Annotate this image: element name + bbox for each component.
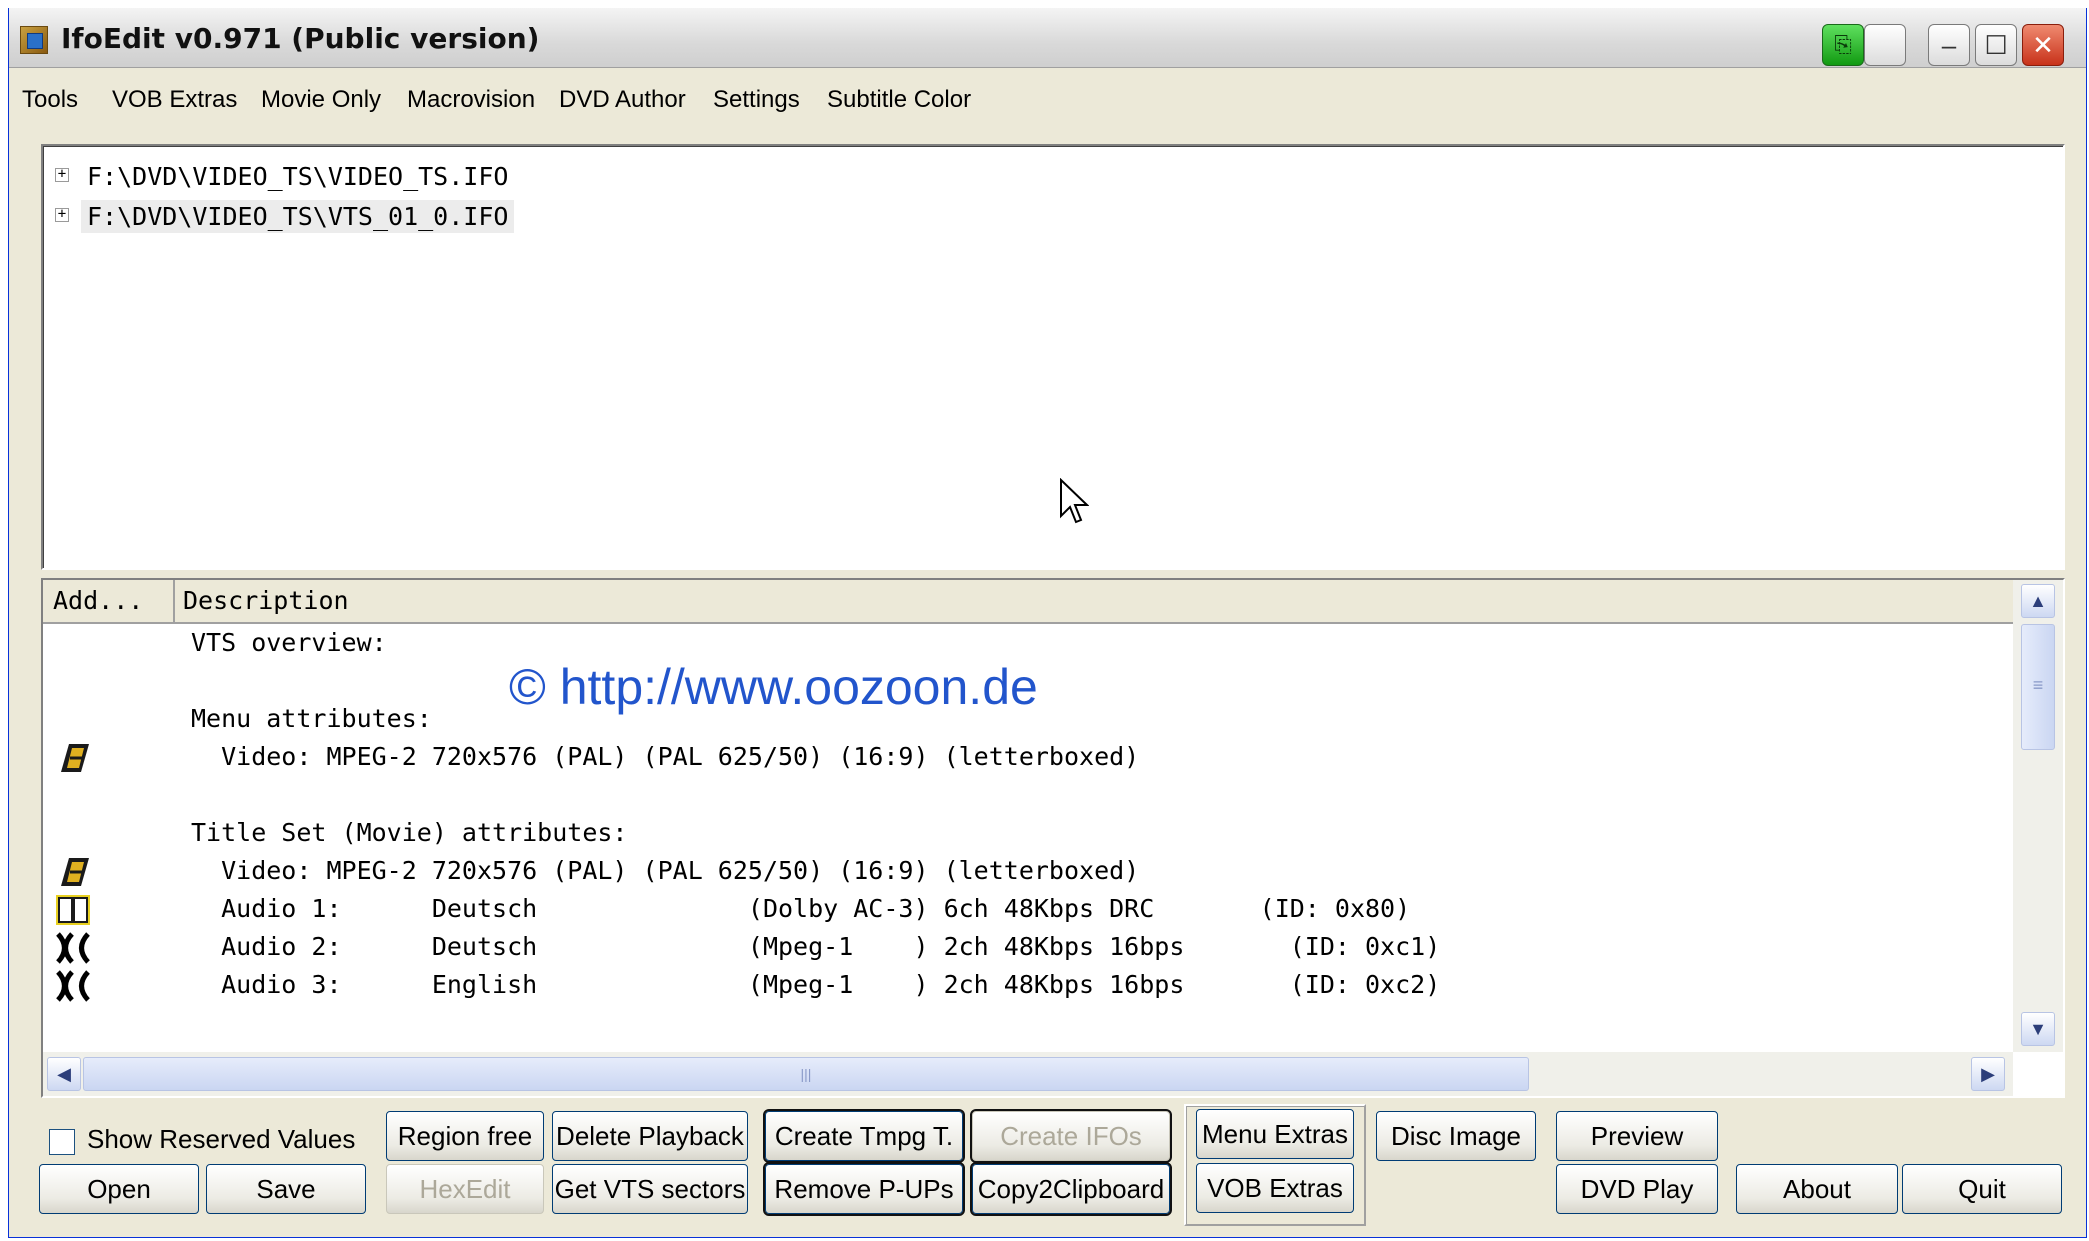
- row-text: Audio 3: English (Mpeg-1 ) 2ch 48Kbps 16…: [191, 970, 1441, 999]
- dvd-play-button[interactable]: DVD Play: [1556, 1164, 1718, 1214]
- tray-button[interactable]: [1864, 24, 1906, 66]
- column-header-add[interactable]: Add...: [43, 580, 175, 622]
- list-row[interactable]: VTS overview:: [43, 628, 2013, 662]
- tree-item-label[interactable]: F:\DVD\VIDEO_TS\VIDEO_TS.IFO: [81, 160, 514, 193]
- menu-dvd-author[interactable]: DVD Author: [559, 86, 686, 114]
- close-button[interactable]: ✕: [2022, 24, 2064, 66]
- copy2clipboard-button[interactable]: Copy2Clipboard: [970, 1162, 1172, 1216]
- quit-button[interactable]: Quit: [1902, 1164, 2062, 1214]
- maximize-button[interactable]: ☐: [1975, 24, 2017, 66]
- show-reserved-checkbox[interactable]: [49, 1129, 75, 1155]
- video-icon: [61, 744, 89, 772]
- scroll-up-button[interactable]: ▲: [2021, 584, 2055, 618]
- row-text: VTS overview:: [191, 628, 387, 657]
- show-reserved-label[interactable]: Show Reserved Values: [87, 1124, 355, 1155]
- watermark: © http://www.oozoon.de: [509, 659, 1038, 715]
- list-header: Add... Description: [43, 580, 2013, 624]
- menu-bar: Tools VOB Extras Movie Only Macrovision …: [9, 76, 2086, 114]
- row-text: Audio 1: Deutsch (Dolby AC-3) 6ch 48Kbps…: [191, 894, 1411, 923]
- row-text: Menu attributes:: [191, 704, 432, 733]
- menu-tools[interactable]: Tools: [22, 86, 78, 114]
- dolby-icon: [56, 895, 90, 925]
- file-tree[interactable]: + F:\DVD\VIDEO_TS\VIDEO_TS.IFO + F:\DVD\…: [41, 144, 2065, 570]
- list-row[interactable]: Audio 3: English (Mpeg-1 ) 2ch 48Kbps 16…: [43, 970, 2013, 1004]
- app-icon[interactable]: [20, 26, 48, 54]
- scroll-left-button[interactable]: ◀: [47, 1057, 81, 1091]
- region-free-button[interactable]: Region free: [386, 1111, 544, 1161]
- menu-subtitle-color[interactable]: Subtitle Color: [827, 86, 971, 114]
- menu-settings[interactable]: Settings: [713, 86, 800, 114]
- expand-icon[interactable]: +: [55, 207, 69, 222]
- list-row[interactable]: Video: MPEG-2 720x576 (PAL) (PAL 625/50)…: [43, 856, 2013, 890]
- mpeg-audio-icon: [56, 970, 90, 1002]
- mpeg-audio-icon: [56, 932, 90, 964]
- save-button[interactable]: Save: [206, 1164, 366, 1214]
- create-ifos-button: Create IFOs: [970, 1109, 1172, 1163]
- open-button[interactable]: Open: [39, 1164, 199, 1214]
- create-tmpg-button[interactable]: Create Tmpg T.: [763, 1109, 965, 1163]
- delete-playback-button[interactable]: Delete Playback: [552, 1111, 748, 1161]
- minimize-button[interactable]: –: [1928, 24, 1970, 66]
- horizontal-scroll-thumb[interactable]: |||: [83, 1057, 1529, 1091]
- list-row[interactable]: Audio 1: Deutsch (Dolby AC-3) 6ch 48Kbps…: [43, 894, 2013, 928]
- video-icon: [61, 858, 89, 886]
- app-window: IfoEdit v0.971 (Public version) ⎘ – ☐ ✕ …: [8, 8, 2087, 1238]
- hexedit-button: HexEdit: [386, 1164, 544, 1214]
- horizontal-scrollbar[interactable]: ◀ ||| ▶: [43, 1052, 2013, 1096]
- title-bar[interactable]: IfoEdit v0.971 (Public version) ⎘ – ☐ ✕: [9, 8, 2086, 68]
- menu-movie-only[interactable]: Movie Only: [261, 86, 381, 114]
- scroll-down-button[interactable]: ▼: [2021, 1012, 2055, 1046]
- printer-icon[interactable]: ⎘: [1822, 24, 1864, 66]
- list-row[interactable]: [43, 780, 2013, 814]
- row-text: Video: MPEG-2 720x576 (PAL) (PAL 625/50)…: [191, 856, 1140, 885]
- get-vts-sectors-button[interactable]: Get VTS sectors: [552, 1164, 748, 1214]
- vob-extras-button[interactable]: VOB Extras: [1196, 1163, 1354, 1213]
- list-row[interactable]: Video: MPEG-2 720x576 (PAL) (PAL 625/50)…: [43, 742, 2013, 776]
- menu-vob-extras[interactable]: VOB Extras: [112, 86, 237, 114]
- about-button[interactable]: About: [1736, 1164, 1898, 1214]
- mouse-cursor-icon: [1060, 478, 1089, 524]
- row-text: Video: MPEG-2 720x576 (PAL) (PAL 625/50)…: [191, 742, 1140, 771]
- tree-item-label[interactable]: F:\DVD\VIDEO_TS\VTS_01_0.IFO: [81, 200, 515, 233]
- vertical-scrollbar[interactable]: ▲ ≡ ▼: [2013, 580, 2063, 1052]
- menu-extras-button[interactable]: Menu Extras: [1196, 1109, 1354, 1159]
- scroll-right-button[interactable]: ▶: [1971, 1057, 2005, 1091]
- column-header-description[interactable]: Description: [183, 586, 349, 615]
- list-row[interactable]: Audio 2: Deutsch (Mpeg-1 ) 2ch 48Kbps 16…: [43, 932, 2013, 966]
- row-text: Audio 2: Deutsch (Mpeg-1 ) 2ch 48Kbps 16…: [191, 932, 1441, 961]
- disc-image-button[interactable]: Disc Image: [1376, 1111, 1536, 1161]
- list-row[interactable]: Title Set (Movie) attributes:: [43, 818, 2013, 852]
- menu-macrovision[interactable]: Macrovision: [407, 86, 535, 114]
- preview-button[interactable]: Preview: [1556, 1111, 1718, 1161]
- row-text: Title Set (Movie) attributes:: [191, 818, 628, 847]
- expand-icon[interactable]: +: [55, 167, 69, 182]
- vertical-scroll-thumb[interactable]: ≡: [2021, 624, 2055, 750]
- window-title: IfoEdit v0.971 (Public version): [61, 22, 540, 55]
- ifo-details-list[interactable]: Add... Description VTS overview: Menu at…: [41, 578, 2065, 1098]
- remove-pups-button[interactable]: Remove P-UPs: [763, 1162, 965, 1216]
